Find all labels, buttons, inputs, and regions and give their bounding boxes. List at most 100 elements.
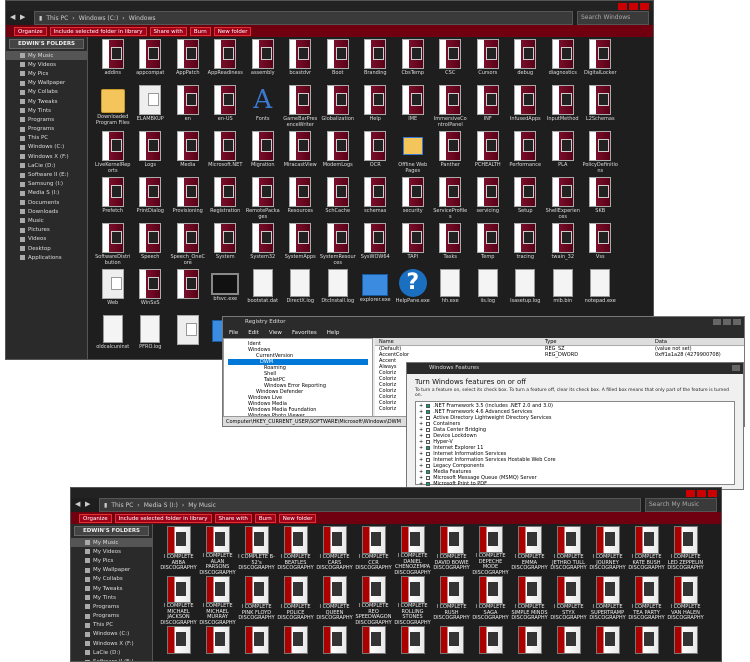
file-item[interactable]: PrintDialog — [132, 177, 170, 223]
burn-button[interactable]: Burn — [189, 26, 211, 36]
back-arrow-icon[interactable]: ◀ — [10, 13, 18, 21]
file-item[interactable]: debug — [507, 39, 545, 85]
maximize-button[interactable] — [629, 3, 638, 10]
album-folder[interactable] — [471, 626, 510, 661]
file-item[interactable]: Temp — [469, 223, 507, 269]
sidebar-item[interactable]: Windows (C:) — [6, 143, 87, 152]
album-folder[interactable]: I COMPLETE REO SPEEDWAGON DISCOGRAPHY — [354, 576, 393, 626]
file-item[interactable]: explorer.exe — [357, 269, 395, 315]
sidebar-item[interactable]: Programs — [6, 125, 87, 134]
feature-checkbox[interactable] — [426, 476, 431, 480]
file-item[interactable]: Globalization — [319, 85, 357, 131]
file-item[interactable]: Panther — [432, 131, 470, 177]
sidebar-item[interactable]: Programs — [71, 602, 152, 611]
feature-checkbox[interactable] — [426, 440, 431, 444]
feature-checkbox[interactable] — [426, 434, 431, 438]
album-folder[interactable]: I COMPLETE VAN HALEN DISCOGRAPHY — [666, 576, 705, 626]
feature-checkbox[interactable] — [426, 422, 431, 426]
feature-checkbox[interactable] — [426, 470, 431, 474]
file-item[interactable] — [169, 269, 207, 315]
album-folder[interactable]: I COMPLETE JOURNEY DISCOGRAPHY — [588, 526, 627, 576]
file-item[interactable]: assembly — [244, 39, 282, 85]
feature-checkbox[interactable] — [426, 428, 431, 432]
file-item[interactable]: Offline Web Pages — [394, 131, 432, 177]
file-item[interactable]: RemotePackages — [244, 177, 282, 223]
file-item[interactable]: PFRO.log — [132, 315, 170, 359]
file-item[interactable]: schemas — [357, 177, 395, 223]
sidebar-item[interactable]: My Tweaks — [71, 584, 152, 593]
sidebar-item[interactable]: Windows X (F:) — [71, 639, 152, 648]
file-item[interactable]: MiracastView — [282, 131, 320, 177]
minimize-button[interactable] — [686, 490, 695, 497]
search-input[interactable]: Search My Music — [645, 498, 717, 512]
file-item[interactable]: ServiceProfiles — [432, 177, 470, 223]
album-folder[interactable]: I COMPLETE TEA PARTY DISCOGRAPHY — [627, 576, 666, 626]
file-item[interactable]: SysWOW64 — [357, 223, 395, 269]
sidebar-item[interactable]: Pictures — [6, 226, 87, 235]
album-folder[interactable] — [588, 626, 627, 661]
close-button[interactable] — [708, 490, 717, 497]
file-item[interactable]: ELAMBKUP — [132, 85, 170, 131]
file-item[interactable]: PolicyDefinitions — [582, 131, 620, 177]
breadcrumb-item[interactable]: Windows (C:) — [79, 15, 119, 22]
sidebar-item[interactable]: Media S (I:) — [6, 189, 87, 198]
share-with-button[interactable]: Share with — [149, 26, 187, 36]
album-folder[interactable] — [237, 626, 276, 661]
album-folder[interactable]: I COMPLETE STYX DISCOGRAPHY — [549, 576, 588, 626]
file-item[interactable]: Help — [357, 85, 395, 131]
feature-checkbox[interactable] — [426, 482, 431, 486]
file-item[interactable]: Vss — [582, 223, 620, 269]
sidebar-item[interactable]: LaCie (D:) — [71, 648, 152, 657]
sidebar-item[interactable]: Windows X (F:) — [6, 152, 87, 161]
sidebar-item[interactable]: My Collabs — [6, 88, 87, 97]
feature-checkbox[interactable] — [426, 464, 431, 468]
file-item[interactable]: twain_32 — [544, 223, 582, 269]
file-item[interactable]: LiveKernelReports — [94, 131, 132, 177]
sidebar-item[interactable]: Music — [6, 216, 87, 225]
sidebar-item[interactable]: My Videos — [6, 60, 87, 69]
file-item[interactable]: PCHEALTH — [469, 131, 507, 177]
menu-view[interactable]: View — [269, 328, 282, 338]
new-folder-button[interactable]: New folder — [278, 513, 317, 523]
maximize-button[interactable] — [723, 319, 731, 325]
file-item[interactable]: Cursors — [469, 39, 507, 85]
file-item[interactable]: DtcInstall.log — [319, 269, 357, 315]
album-folder[interactable]: I COMPLETE ROLLING STONES DISCOGRAPHY — [393, 576, 432, 626]
album-folder[interactable]: I COMPLETE RUSH DISCOGRAPHY — [432, 576, 471, 626]
file-item[interactable]: servicing — [469, 177, 507, 223]
burn-button[interactable]: Burn — [254, 513, 276, 523]
sidebar-item[interactable]: Videos — [6, 235, 87, 244]
organize-button[interactable]: Organize — [14, 26, 47, 36]
feature-checkbox[interactable] — [426, 458, 431, 462]
file-item[interactable]: SKB — [582, 177, 620, 223]
file-item[interactable]: Downloaded Program Files — [94, 85, 132, 131]
file-item[interactable]: ? HelpPane.exe — [394, 269, 432, 315]
file-item[interactable]: Prefetch — [94, 177, 132, 223]
file-item[interactable]: Provisioning — [169, 177, 207, 223]
sidebar-item[interactable]: My Videos — [71, 547, 152, 556]
sidebar-item[interactable]: Downloads — [6, 207, 87, 216]
file-item[interactable]: Resources — [282, 177, 320, 223]
file-item[interactable]: INF — [469, 85, 507, 131]
breadcrumb-item[interactable]: Media S (I:) — [144, 502, 178, 509]
file-item[interactable]: lsasetup.log — [507, 269, 545, 315]
file-item[interactable]: oldcalcuninst — [94, 315, 132, 359]
file-item[interactable]: Media — [169, 131, 207, 177]
album-folder[interactable] — [510, 626, 549, 661]
file-item[interactable]: addins — [94, 39, 132, 85]
album-folder[interactable]: I COMPLETE B-52's DISCOGRAPHY — [237, 526, 276, 576]
file-item[interactable]: diagnostics — [544, 39, 582, 85]
sidebar-item[interactable]: Applications — [6, 253, 87, 262]
menu-edit[interactable]: Edit — [248, 328, 259, 338]
menu-file[interactable]: File — [229, 328, 238, 338]
album-folder[interactable]: I COMPLETE CCR DISCOGRAPHY — [354, 526, 393, 576]
file-item[interactable]: System — [207, 223, 245, 269]
sidebar-item[interactable]: Software II (E:) — [6, 170, 87, 179]
file-item[interactable]: Logs — [132, 131, 170, 177]
file-item[interactable]: Tasks — [432, 223, 470, 269]
file-item[interactable]: appcompat — [132, 39, 170, 85]
album-folder[interactable] — [432, 626, 471, 661]
sidebar-item[interactable]: My Pics — [6, 69, 87, 78]
album-folder[interactable]: I COMPLETE BEATLES DISCOGRAPHY — [276, 526, 315, 576]
menu-favorites[interactable]: Favorites — [292, 328, 317, 338]
